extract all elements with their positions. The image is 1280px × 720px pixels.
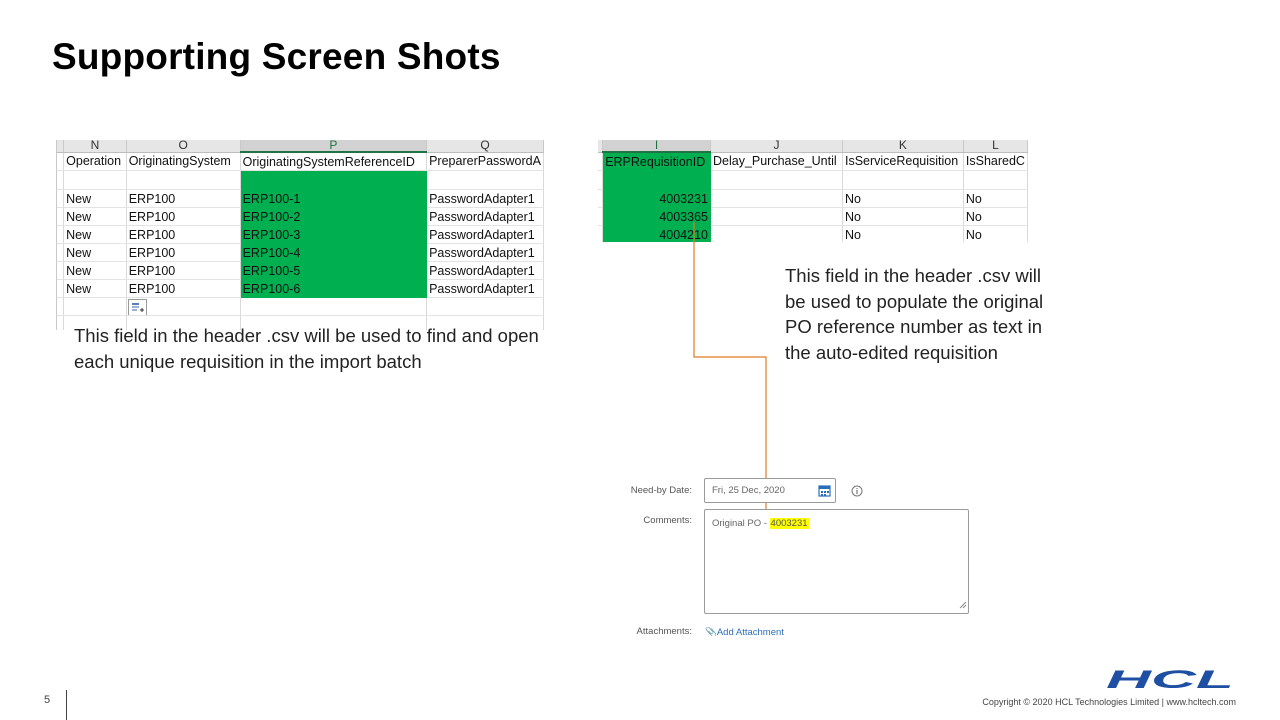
comments-text: Original PO - 4003231: [712, 518, 809, 529]
copyright-text: Copyright © 2020 HCL Technologies Limite…: [982, 697, 1236, 707]
page-number: 5: [44, 694, 51, 706]
add-attachment-link[interactable]: 📎Add Attachment: [705, 627, 784, 636]
resize-handle-icon[interactable]: [959, 601, 967, 612]
connector-line: [693, 222, 767, 511]
calendar-icon[interactable]: [818, 484, 831, 500]
footer-divider: [66, 690, 67, 720]
need-by-date-field[interactable]: Fri, 25 Dec, 2020: [704, 478, 836, 503]
hcl-logo: HCL: [1106, 666, 1236, 695]
comments-textarea[interactable]: Original PO - 4003231: [704, 509, 969, 614]
add-attachment-label: Add Attachment: [716, 627, 784, 636]
connector-arrow: [693, 222, 770, 517]
need-by-date-label: Need-by Date:: [630, 485, 692, 496]
svg-text:HCL: HCL: [1106, 668, 1234, 690]
highlighted-po-number: 4003231: [769, 518, 809, 529]
need-by-date-value: Fri, 25 Dec, 2020: [712, 485, 785, 496]
comments-label: Comments:: [643, 515, 692, 526]
attachments-label: Attachments:: [636, 626, 692, 637]
comments-prefix: Original PO -: [712, 518, 770, 529]
info-icon[interactable]: [851, 484, 863, 502]
paperclip-icon: 📎: [705, 627, 717, 636]
